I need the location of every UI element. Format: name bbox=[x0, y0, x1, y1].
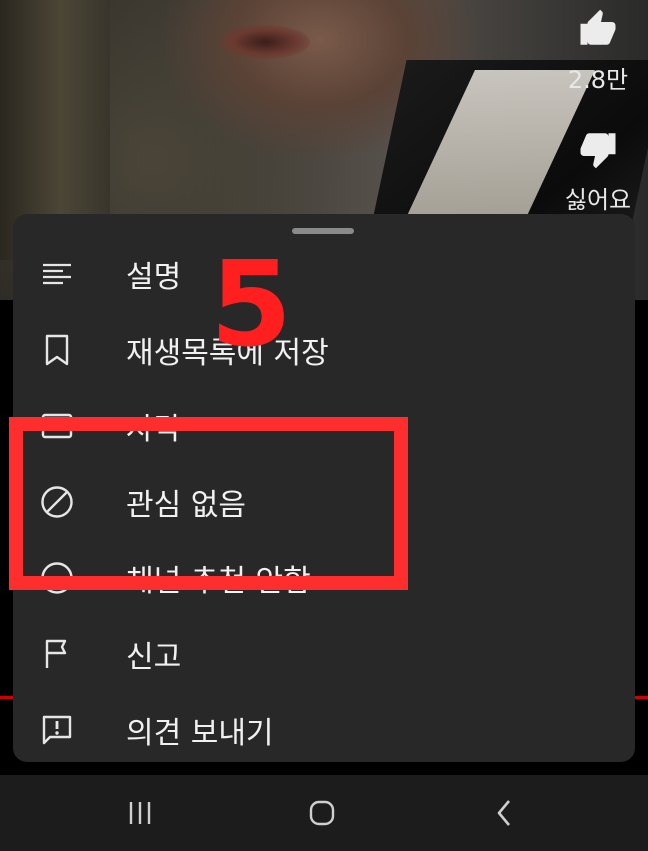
description-lines-icon bbox=[40, 257, 74, 291]
home-icon[interactable] bbox=[302, 795, 342, 831]
bookmark-icon bbox=[40, 333, 74, 367]
system-navigation-bar bbox=[0, 775, 648, 851]
like-button[interactable]: 2.8만 bbox=[558, 8, 638, 95]
flag-icon bbox=[40, 637, 74, 671]
progress-bar-edge bbox=[0, 696, 14, 699]
thumbs-up-icon bbox=[558, 8, 638, 56]
menu-item-report[interactable]: 신고 bbox=[13, 616, 635, 692]
menu-item-label: 신고 bbox=[126, 640, 182, 675]
feedback-icon bbox=[40, 713, 74, 747]
menu-item-label: 설명 bbox=[126, 260, 182, 295]
annotation-highlight-box bbox=[9, 417, 408, 590]
thumbs-down-icon bbox=[558, 128, 638, 176]
like-count: 2.8만 bbox=[567, 66, 629, 94]
recent-apps-icon[interactable] bbox=[120, 795, 160, 831]
dislike-button[interactable]: 싫어요 bbox=[558, 128, 638, 215]
dislike-label: 싫어요 bbox=[564, 186, 632, 214]
menu-item-label: 의견 보내기 bbox=[126, 716, 274, 751]
back-icon[interactable] bbox=[484, 795, 524, 831]
annotation-step-number: 5 bbox=[210, 235, 292, 373]
menu-item-description[interactable]: 설명 bbox=[13, 236, 635, 312]
menu-item-send-feedback[interactable]: 의견 보내기 bbox=[13, 692, 635, 768]
progress-bar-edge-right bbox=[635, 696, 648, 699]
menu-item-save-to-playlist[interactable]: 재생목록에 저장 bbox=[13, 312, 635, 388]
video-face bbox=[220, 25, 310, 59]
sheet-drag-handle[interactable] bbox=[292, 228, 354, 234]
